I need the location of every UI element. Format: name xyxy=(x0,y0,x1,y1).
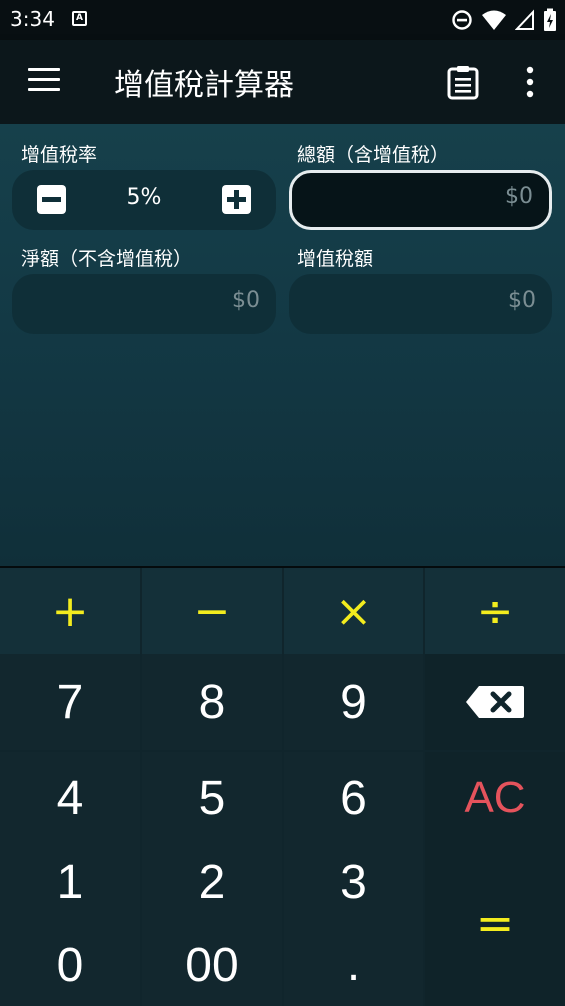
net-amount-value: $0 xyxy=(232,288,260,313)
gross-amount-value: $0 xyxy=(505,184,533,209)
backspace-icon xyxy=(466,686,524,718)
rate-stepper: 5% xyxy=(12,170,276,230)
app-bar: 增值稅計算器 xyxy=(0,40,565,124)
equals-key[interactable]: = xyxy=(425,840,565,1006)
digit-0-key[interactable]: 0 xyxy=(0,924,140,1006)
divide-key[interactable]: ÷ xyxy=(425,568,565,654)
clear-all-key[interactable]: AC xyxy=(425,752,565,844)
rate-label: 增值稅率 xyxy=(21,144,98,166)
digit-7-key[interactable]: 7 xyxy=(0,654,140,750)
increase-rate-button[interactable] xyxy=(222,185,251,214)
vat-amount-value: $0 xyxy=(508,288,536,313)
minus-key[interactable]: − xyxy=(142,568,282,654)
gross-amount-field[interactable]: $0 xyxy=(289,170,552,230)
clipboard-icon[interactable] xyxy=(446,64,480,100)
gross-label: 總額（含增值稅） xyxy=(297,144,450,166)
digit-8-key[interactable]: 8 xyxy=(142,654,282,750)
menu-icon[interactable] xyxy=(28,68,60,94)
vat-amount-field[interactable]: $0 xyxy=(289,274,552,334)
status-time: 3:34 xyxy=(10,7,55,31)
digit-1-key[interactable]: 1 xyxy=(0,840,140,924)
net-label: 淨額（不含增值稅） xyxy=(21,248,193,270)
status-bar: 3:34 A xyxy=(0,0,565,40)
notification-icon: A xyxy=(72,11,87,26)
wifi-icon xyxy=(482,10,506,30)
multiply-key[interactable]: × xyxy=(284,568,423,654)
digit-5-key[interactable]: 5 xyxy=(142,752,282,844)
vat-form: 增值稅率 總額（含增值稅） 5% $0 淨額（不含增值稅） 增值稅額 $0 $0 xyxy=(0,124,565,566)
digit-4-key[interactable]: 4 xyxy=(0,752,140,844)
digit-3-key[interactable]: 3 xyxy=(284,840,423,924)
page-title: 增值稅計算器 xyxy=(114,68,294,103)
decimal-point-key[interactable]: . xyxy=(284,924,423,1006)
digit-6-key[interactable]: 6 xyxy=(284,752,423,844)
do-not-disturb-icon xyxy=(452,10,472,30)
battery-charging-icon xyxy=(544,8,556,31)
cell-signal-icon xyxy=(515,9,534,30)
digit-9-key[interactable]: 9 xyxy=(284,654,423,750)
net-amount-field[interactable]: $0 xyxy=(12,274,276,334)
keypad: + − × ÷ 7 8 9 4 5 6 1 2 3 0 00 . AC = xyxy=(0,566,565,1006)
double-zero-key[interactable]: 00 xyxy=(142,924,282,1006)
more-options-icon[interactable] xyxy=(516,64,544,100)
backspace-key[interactable] xyxy=(425,654,565,750)
digit-2-key[interactable]: 2 xyxy=(142,840,282,924)
plus-key[interactable]: + xyxy=(0,568,140,654)
vat-label: 增值稅額 xyxy=(297,248,374,270)
